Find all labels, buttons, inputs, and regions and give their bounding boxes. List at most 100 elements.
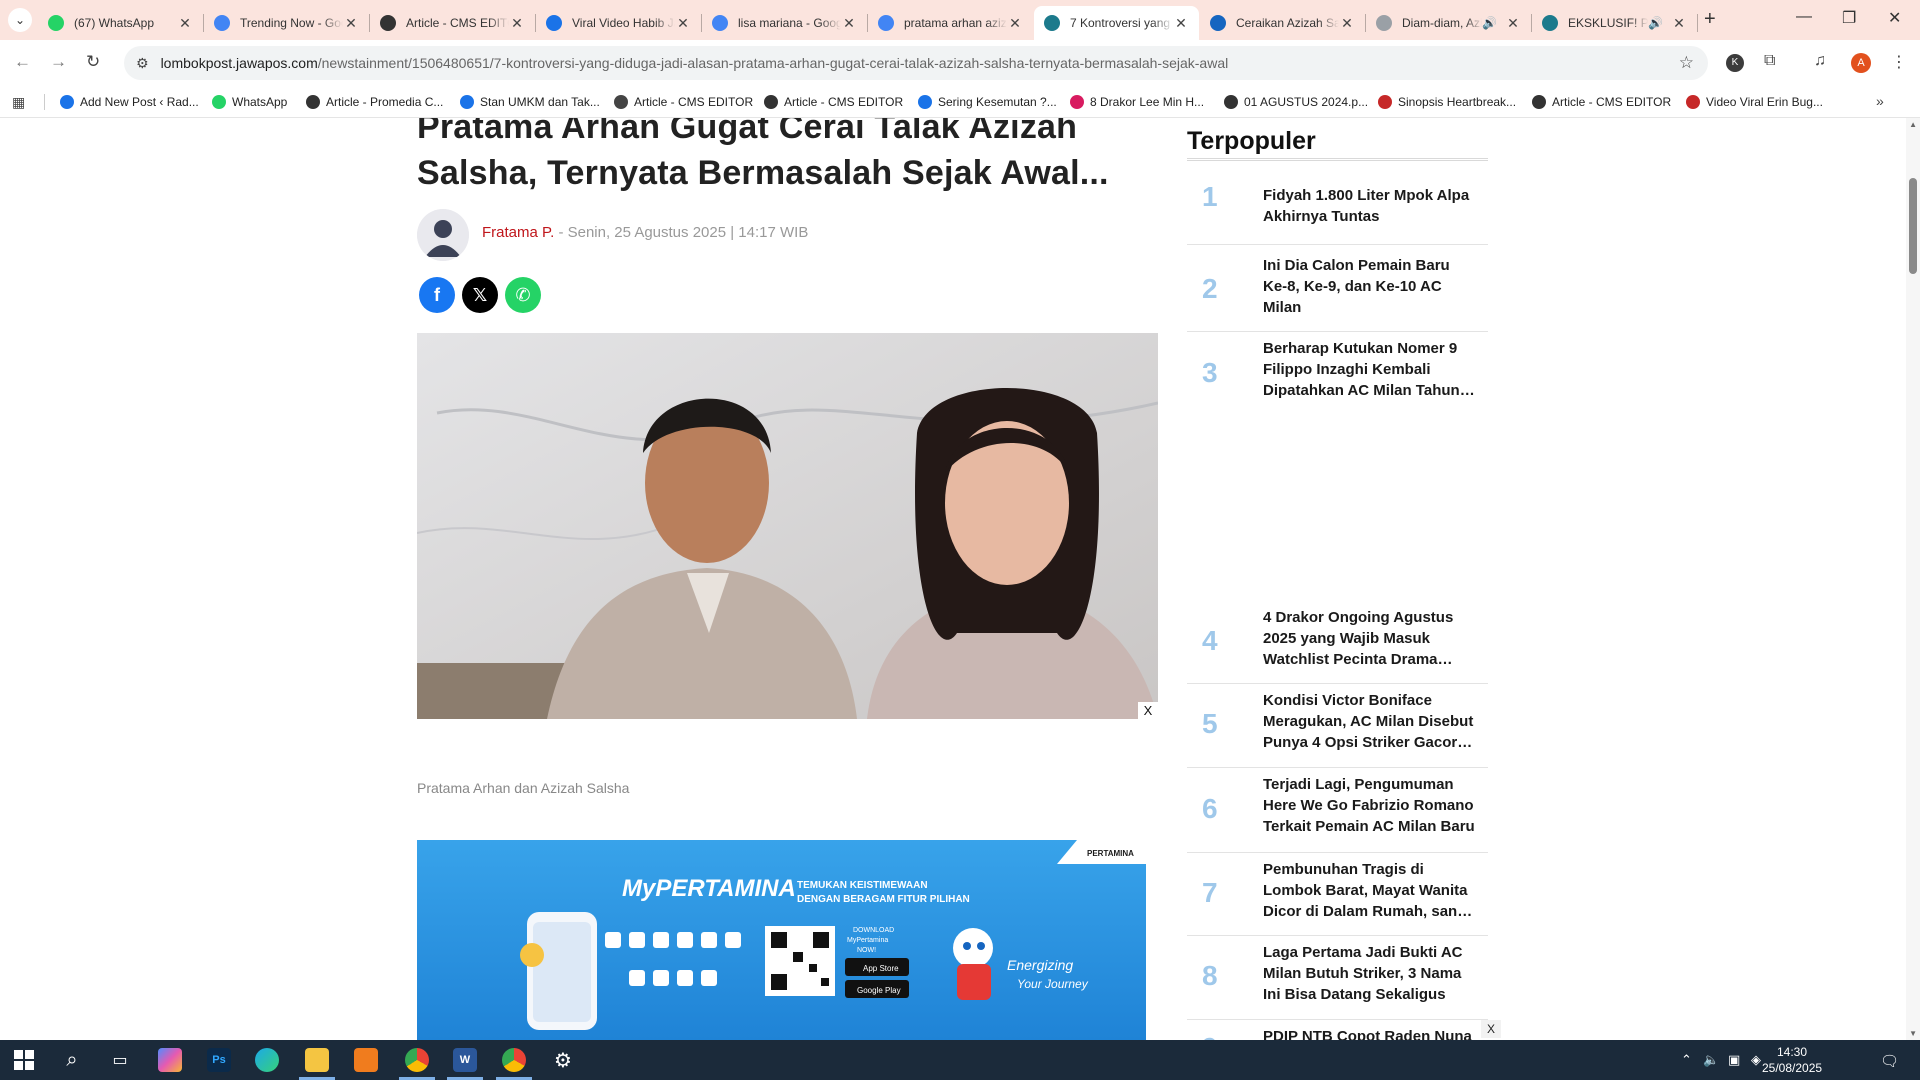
media-control-icon[interactable]: ♫ — [1814, 52, 1826, 70]
popular-item[interactable]: 6 Terjadi Lagi, Pengumuman Here We Go Fab… — [1187, 768, 1488, 853]
speaker-icon[interactable]: 🔊 — [1482, 16, 1497, 30]
reload-button[interactable]: ↻ — [86, 52, 100, 72]
taskbar-word[interactable]: W — [441, 1040, 489, 1080]
menu-kebab-icon[interactable]: ⋮ — [1891, 52, 1907, 72]
speaker-icon[interactable]: 🔊 — [1648, 16, 1663, 30]
popular-title[interactable]: Laga Pertama Jadi Bukti AC Milan Butuh S… — [1263, 942, 1478, 1005]
bookmark-item[interactable]: Article - CMS EDITOR — [764, 92, 903, 112]
tab-close-icon[interactable]: ✕ — [1007, 15, 1023, 32]
popular-item[interactable]: 5 Kondisi Victor Boniface Meragukan, AC M… — [1187, 684, 1488, 768]
tab-close-icon[interactable]: ✕ — [1173, 15, 1189, 32]
popular-item[interactable]: 2 Ini Dia Calon Pemain Baru Ke-8, Ke-9, d… — [1187, 249, 1488, 332]
author-avatar[interactable] — [417, 209, 469, 261]
popular-title[interactable]: Terjadi Lagi, Pengumuman Here We Go Fabr… — [1263, 774, 1478, 837]
taskbar-presentation-app[interactable] — [342, 1040, 390, 1080]
taskbar-photoshop[interactable]: Ps — [195, 1040, 243, 1080]
popular-title[interactable]: Pembunuhan Tragis di Lombok Barat, Mayat… — [1263, 859, 1478, 922]
bookmark-item[interactable]: Add New Post ‹ Rad... — [60, 92, 199, 112]
popular-item[interactable]: 1 Fidyah 1.800 Liter Mpok Alpa Akhirnya T… — [1187, 177, 1488, 245]
browser-tab[interactable]: 7 Kontroversi yang Diduga✕ — [1034, 6, 1199, 40]
tab-close-icon[interactable]: ✕ — [1671, 15, 1687, 32]
tab-close-icon[interactable]: ✕ — [177, 15, 193, 32]
bookmark-item[interactable]: 01 AGUSTUS 2024.p... — [1224, 92, 1368, 112]
popular-item[interactable]: 7 Pembunuhan Tragis di Lombok Barat, Maya… — [1187, 853, 1488, 936]
page-scrollbar[interactable]: ▲ ▼ — [1906, 118, 1920, 1040]
popular-title[interactable]: Fidyah 1.800 Liter Mpok Alpa Akhirnya Tu… — [1263, 185, 1478, 227]
scroll-up-icon[interactable]: ▲ — [1909, 120, 1917, 129]
network-icon[interactable]: ▣ — [1728, 1052, 1740, 1068]
security-icon[interactable]: ◈ — [1751, 1052, 1761, 1068]
browser-tab[interactable]: Article - CMS EDITOR✕ — [370, 6, 535, 40]
browser-tab[interactable]: Ceraikan Azizah Salsha✕ — [1200, 6, 1365, 40]
new-tab-button[interactable]: + — [1704, 8, 1716, 31]
bookmark-item[interactable]: Sinopsis Heartbreak... — [1378, 92, 1516, 112]
bookmark-item[interactable]: Article - CMS EDITOR — [614, 92, 753, 112]
bookmark-item[interactable]: Video Viral Erin Bug... — [1686, 92, 1823, 112]
popular-item[interactable]: 3 Berharap Kutukan Nomer 9 Filippo Inzagh… — [1187, 332, 1488, 418]
tab-close-icon[interactable]: ✕ — [675, 15, 691, 32]
task-view[interactable]: ▭ — [96, 1040, 144, 1080]
browser-tab[interactable]: (67) WhatsApp ✕ — [38, 6, 203, 40]
taskbar-copilot[interactable] — [146, 1040, 194, 1080]
apps-grid-icon[interactable]: ▦ — [12, 94, 25, 111]
taskbar-edge[interactable] — [243, 1040, 291, 1080]
extension-profile-k[interactable]: K — [1726, 54, 1744, 72]
tab-close-icon[interactable]: ✕ — [841, 15, 857, 32]
taskbar-file-explorer[interactable] — [293, 1040, 341, 1080]
popular-title[interactable]: 4 Drakor Ongoing Agustus 2025 yang Wajib… — [1263, 607, 1478, 670]
browser-tab[interactable]: Trending Now - Google Trends✕ — [204, 6, 369, 40]
restore-button[interactable]: ❐ — [1842, 8, 1856, 28]
share-whatsapp-button[interactable]: ✆ — [505, 277, 541, 313]
forward-button[interactable]: → — [50, 52, 67, 72]
back-button[interactable]: ← — [14, 52, 31, 72]
start-button[interactable] — [0, 1040, 48, 1080]
popular-title[interactable]: PDIP NTB Copot Raden Nuna — [1263, 1026, 1478, 1040]
browser-tab[interactable]: lisa mariana - Google Search✕ — [702, 6, 867, 40]
browser-tab[interactable]: Diam-diam, Azizah🔊 ✕ — [1366, 6, 1531, 40]
extensions-icon[interactable]: ⧉ — [1764, 52, 1775, 70]
popular-title[interactable]: Ini Dia Calon Pemain Baru Ke-8, Ke-9, da… — [1263, 255, 1478, 318]
tab-close-icon[interactable]: ✕ — [509, 15, 525, 32]
volume-icon[interactable]: 🔈 — [1703, 1052, 1719, 1068]
tab-close-icon[interactable]: ✕ — [1339, 15, 1355, 32]
profile-avatar[interactable]: A — [1851, 53, 1871, 73]
bookmark-item[interactable]: Stan UMKM dan Tak... — [460, 92, 600, 112]
minimize-button[interactable]: — — [1796, 8, 1812, 26]
taskbar-search[interactable]: ⌕ — [48, 1040, 96, 1080]
share-x-button[interactable]: 𝕏 — [462, 277, 498, 313]
bookmark-item[interactable]: Article - Promedia C... — [306, 92, 443, 112]
tab-close-icon[interactable]: ✕ — [343, 15, 359, 32]
popular-item[interactable]: 4 4 Drakor Ongoing Agustus 2025 yang Waji… — [1187, 601, 1488, 684]
sidebar-ad-close-button[interactable]: X — [1481, 1020, 1501, 1038]
popular-title[interactable]: Kondisi Victor Boniface Meragukan, AC Mi… — [1263, 690, 1478, 753]
taskbar-settings[interactable]: ⚙ — [539, 1040, 587, 1080]
browser-tab[interactable]: Viral Video Habib Jafar✕ — [536, 6, 701, 40]
more-bookmarks-icon[interactable]: » — [1876, 93, 1884, 109]
popular-title[interactable]: Berharap Kutukan Nomer 9 Filippo Inzaghi… — [1263, 338, 1478, 401]
taskbar-chrome-2[interactable] — [490, 1040, 538, 1080]
browser-tab[interactable]: EKSKLUSIF! Pratama🔊 ✕ — [1532, 6, 1697, 40]
system-clock[interactable]: 14:30 25/08/2025 — [1762, 1044, 1822, 1076]
browser-tab[interactable]: pratama arhan azizah - Google✕ — [868, 6, 1033, 40]
address-bar[interactable]: ⚙ lombokpost.jawapos.com/newstainment/15… — [124, 46, 1708, 80]
popular-item[interactable]: 8 Laga Pertama Jadi Bukti AC Milan Butuh … — [1187, 936, 1488, 1020]
popular-item[interactable]: 9 PDIP NTB Copot Raden Nuna — [1187, 1020, 1488, 1040]
taskbar-chrome[interactable] — [393, 1040, 441, 1080]
banner-app-store[interactable]: App Store — [863, 964, 899, 973]
share-facebook-button[interactable]: f — [419, 277, 455, 313]
author-name[interactable]: Fratama P. — [482, 224, 554, 241]
site-info-icon[interactable]: ⚙ — [136, 55, 149, 72]
notifications-icon[interactable]: 🗨 — [1880, 1052, 1899, 1070]
tray-chevron-icon[interactable]: ⌃ — [1681, 1052, 1692, 1068]
tab-search-button[interactable]: ⌄ — [8, 8, 32, 32]
scroll-thumb[interactable] — [1909, 178, 1917, 274]
bookmark-item[interactable]: Sering Kesemutan ?... — [918, 92, 1057, 112]
scroll-down-icon[interactable]: ▼ — [1909, 1029, 1917, 1038]
bookmark-item[interactable]: Article - CMS EDITOR — [1532, 92, 1671, 112]
bookmark-item[interactable]: 8 Drakor Lee Min H... — [1070, 92, 1204, 112]
tab-close-icon[interactable]: ✕ — [1505, 15, 1521, 32]
banner-google-play[interactable]: Google Play — [857, 986, 901, 995]
bookmark-star-icon[interactable]: ☆ — [1679, 53, 1694, 73]
bookmark-item[interactable]: WhatsApp — [212, 92, 287, 112]
pertamina-banner-ad[interactable]: PERTAMINA MyPERTAMINA TEMUKAN KEISTIMEWA… — [417, 840, 1146, 1040]
